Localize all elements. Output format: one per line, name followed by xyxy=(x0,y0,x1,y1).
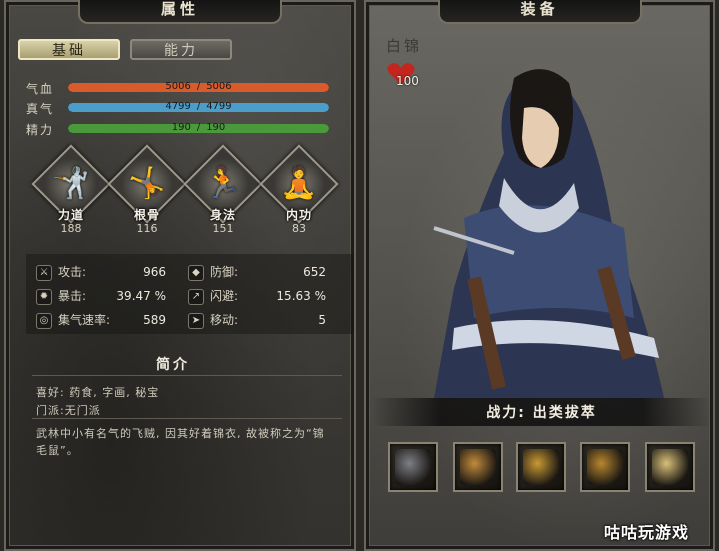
stamina-bar: 精力 190/190 xyxy=(26,122,331,137)
qi-label: 真气 xyxy=(26,102,55,116)
tab-basic[interactable]: 基础 xyxy=(18,39,120,60)
hp-value: 5006/5006 xyxy=(165,81,232,92)
attr-constitution[interactable]: 🤸 根骨 116 xyxy=(107,144,187,238)
stamina-label: 精力 xyxy=(26,123,55,137)
shield-icon: ◆ xyxy=(188,265,204,281)
qi-bar: 真气 4799/4799 xyxy=(26,101,331,116)
agility-figure-icon: 🏃 xyxy=(204,166,242,201)
vest-armor-icon xyxy=(523,449,559,485)
dagger-icon xyxy=(395,449,431,485)
combat-stats: ⚔ 攻击: 966 ◆ 防御: 652 ✹ 暴击: 39.47 % ↗ 闪避: … xyxy=(26,254,354,334)
hp-label: 气血 xyxy=(26,82,55,96)
stat-move: ➤ 移动: 5 xyxy=(188,309,348,331)
stamina-value: 190/190 xyxy=(171,122,226,133)
favor-value: 100 xyxy=(396,74,419,88)
dodge-icon: ↗ xyxy=(188,289,204,305)
intro-sect: 门派:无门派 xyxy=(36,404,101,417)
intro-hobby: 喜好: 药食, 字画, 秘宝 xyxy=(36,386,160,399)
intro-desc-line1: 武林中小有名气的飞贼, 因其好着锦衣, 故被称之为“锦 xyxy=(36,427,325,440)
constitution-figure-icon: 🤸 xyxy=(128,166,166,201)
manual-book-icon xyxy=(652,449,688,485)
crit-icon: ✹ xyxy=(36,289,52,305)
character-portrait xyxy=(374,58,706,398)
attributes-panel: 属性 基础 能力 气血 5006/5006 真气 4799/4799 精力 19… xyxy=(4,0,356,551)
stat-qi-rate: ◎ 集气速率: 589 xyxy=(36,309,186,331)
equip-slot-armor[interactable] xyxy=(453,442,503,492)
intro-divider-2 xyxy=(32,418,342,419)
watermark-text: 咕咕玩游戏 xyxy=(604,523,690,542)
strength-figure-icon: 🤺 xyxy=(52,166,90,201)
equip-slot-weapon[interactable] xyxy=(388,442,438,492)
equip-slot-vest[interactable] xyxy=(516,442,566,492)
stat-attack: ⚔ 攻击: 966 xyxy=(36,261,186,283)
intro-title: 简介 xyxy=(156,357,190,373)
boots-icon xyxy=(587,449,623,485)
attr-agility[interactable]: 🏃 身法 151 xyxy=(183,144,263,238)
combat-power: 战力: 出类拔萃 xyxy=(486,405,597,421)
equip-slot-manual[interactable] xyxy=(645,442,695,492)
equipment-title: 装备 xyxy=(437,0,642,24)
move-icon: ➤ xyxy=(188,313,204,329)
attributes-title: 属性 xyxy=(78,0,282,24)
attr-strength[interactable]: 🤺 力道 188 xyxy=(31,144,111,238)
stat-defense: ◆ 防御: 652 xyxy=(188,261,348,283)
hp-bar: 气血 5006/5006 xyxy=(26,81,331,96)
inner-power-figure-icon: 🧘 xyxy=(280,166,318,201)
character-name: 白锦 xyxy=(386,37,423,55)
golden-armor-icon xyxy=(460,449,496,485)
intro-desc-line2: 毛鼠”。 xyxy=(36,444,79,457)
attr-inner-power[interactable]: 🧘 内功 83 xyxy=(259,144,339,238)
stat-crit: ✹ 暴击: 39.47 % xyxy=(36,285,186,307)
equipment-panel: 装备 白锦 100 战力: 出类拔萃 xyxy=(364,0,715,551)
combat-power-band: 战力: 出类拔萃 xyxy=(372,398,711,426)
tab-ability[interactable]: 能力 xyxy=(130,39,232,60)
stat-dodge: ↗ 闪避: 15.63 % xyxy=(188,285,348,307)
sword-icon: ⚔ xyxy=(36,265,52,281)
qi-icon: ◎ xyxy=(36,313,52,329)
intro-divider xyxy=(32,375,342,376)
equip-slot-boots[interactable] xyxy=(580,442,630,492)
qi-value: 4799/4799 xyxy=(165,101,232,112)
